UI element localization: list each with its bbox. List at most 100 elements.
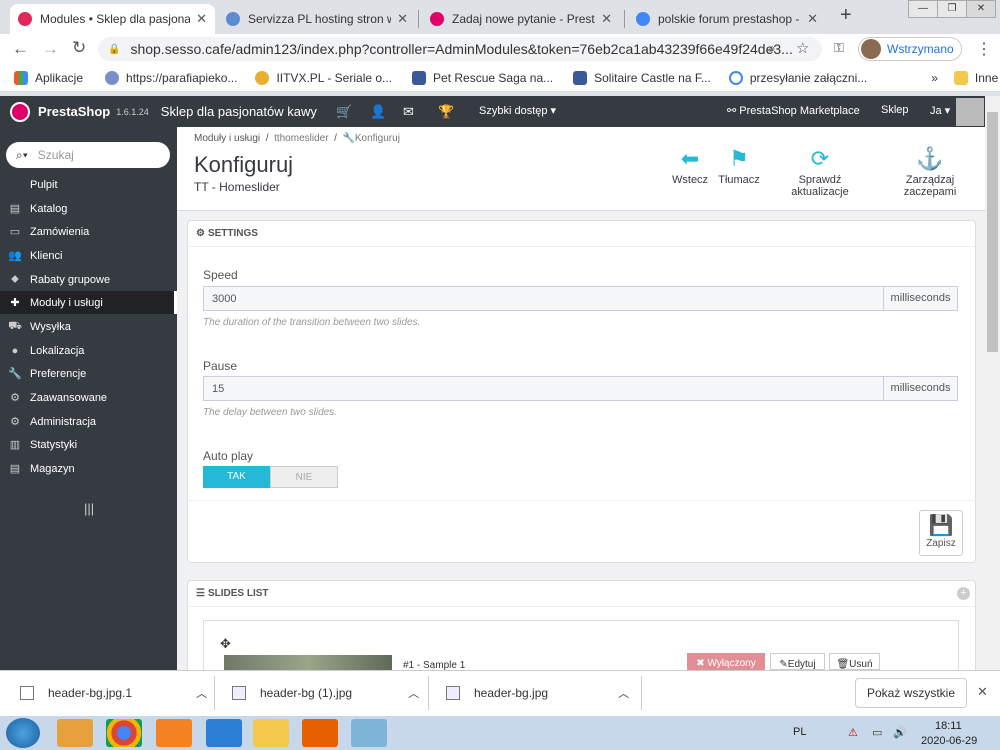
collapse-menu-icon[interactable]: ||| (84, 501, 94, 516)
sidebar-item-rabaty[interactable]: ⬥ Rabaty grupowe (0, 268, 177, 291)
network-warning-icon[interactable]: ⚠ (848, 726, 858, 739)
scrollbar-thumb[interactable] (987, 112, 998, 352)
bookmark-solitaire[interactable]: Solitaire Castle na F... (573, 70, 711, 85)
chevron-up-icon[interactable]: ︿ (196, 685, 207, 701)
cart-icon[interactable]: 🛒 (336, 104, 352, 120)
bookmark-apps[interactable]: Aplikacje (14, 70, 83, 85)
browser-tab-servizza[interactable]: Servizza PL hosting stron ww ✕ (218, 4, 416, 34)
mail-icon[interactable]: ✉ (403, 104, 414, 120)
save-button[interactable]: 💾 Zapisz (919, 510, 963, 556)
notepad-icon[interactable] (351, 719, 387, 747)
volume-icon[interactable]: 🔊 (893, 726, 907, 739)
sidebar-item-katalog[interactable]: ▤ Katalog (0, 197, 177, 220)
close-tab-icon[interactable]: ✕ (807, 11, 818, 27)
bookmark-przesylanie[interactable]: przesyłanie załączni... (728, 70, 867, 85)
search-icon[interactable]: ⌕▾ (16, 148, 28, 163)
close-downloads-icon[interactable]: ✕ (977, 684, 988, 700)
check-updates-button[interactable]: ⟳ Sprawdź aktualizacje (770, 146, 870, 198)
trophy-icon[interactable]: 🏆 (438, 104, 454, 120)
close-tab-icon[interactable]: ✕ (196, 11, 207, 27)
menu-dots-icon[interactable]: ⋮ (976, 39, 992, 59)
breadcrumb-moduly[interactable]: Moduły i usługi (194, 133, 260, 144)
bookmark-pet-rescue[interactable]: Pet Rescue Saga na... (412, 70, 553, 85)
sidebar-item-administracja[interactable]: ⚙ Administracja (0, 410, 177, 433)
download-item-3[interactable]: header-bg.jpg ︿ (446, 685, 629, 701)
browser-tab-forum[interactable]: polskie forum prestashop - S ✕ (628, 4, 826, 34)
download-item-2[interactable]: header-bg (1).jpg ︿ (232, 685, 419, 701)
reload-icon[interactable]: ↻ (72, 38, 86, 58)
autoplay-label: Auto play (203, 449, 254, 463)
user-avatar[interactable] (956, 98, 984, 126)
forward-icon[interactable]: → (42, 39, 59, 59)
back-icon[interactable]: ← (12, 39, 29, 59)
restore-icon[interactable]: ❐ (937, 0, 967, 18)
add-slide-icon[interactable]: + (957, 587, 970, 600)
slide-edit-button[interactable]: ✎Edytuj (770, 653, 825, 670)
language-indicator[interactable]: PL (793, 726, 806, 738)
key-icon[interactable]: ⚿ (834, 40, 844, 56)
sidebar-item-pulpit[interactable]: Pulpit (0, 173, 177, 196)
quick-access-menu[interactable]: Szybki dostęp ▾ (479, 104, 556, 117)
browser-tab-modules[interactable]: Modules • Sklep dla pasjonat ✕ (10, 4, 215, 34)
translate-button[interactable]: ⚑ Tłumacz (716, 146, 762, 186)
browser-tab-zadaj[interactable]: Zadaj nowe pytanie - PrestaS ✕ (422, 4, 620, 34)
file-explorer-icon[interactable] (253, 719, 289, 747)
new-tab-icon[interactable]: + (840, 4, 852, 27)
url-field[interactable]: 🔒 shop.sesso.cafe/admin123/index.php?con… (98, 37, 822, 61)
chevron-up-icon[interactable]: ︿ (408, 685, 419, 701)
user-menu[interactable]: Ja ▾ (930, 104, 950, 117)
chrome-icon[interactable] (106, 719, 142, 747)
sidebar-item-statystyki[interactable]: ▥ Statystyki (0, 433, 177, 456)
sidebar-item-lokalizacja[interactable]: ● Lokalizacja (0, 339, 177, 362)
clock-date[interactable]: 2020-06-29 (921, 735, 977, 747)
display-icon[interactable]: ▭ (872, 726, 882, 739)
start-button[interactable] (6, 718, 40, 748)
xampp-icon[interactable] (156, 719, 192, 747)
avatar (861, 39, 881, 59)
manage-hooks-button[interactable]: ⚓ Zarządzaj zaczepami (880, 146, 980, 198)
internet-explorer-icon[interactable] (206, 719, 242, 747)
firefox-icon[interactable] (302, 719, 338, 747)
close-tab-icon[interactable]: ✕ (601, 11, 612, 27)
sidebar-item-preferencje[interactable]: 🔧 Preferencje (0, 362, 177, 385)
back-button[interactable]: ⬅ Wstecz (672, 146, 708, 186)
show-all-downloads-button[interactable]: Pokaż wszystkie (855, 678, 967, 708)
bookmark-iitvx[interactable]: IITVX.PL - Seriale o... (255, 70, 392, 85)
wrench-icon: 🔧 (8, 368, 22, 380)
floppy-disk-icon: 💾 (928, 515, 954, 537)
drag-move-icon[interactable]: ✥ (220, 636, 231, 652)
slide-delete-button[interactable]: 🗑Usuń (829, 653, 880, 670)
minimize-icon[interactable]: — (908, 0, 938, 18)
profile-button[interactable]: Wstrzymano (858, 37, 962, 61)
chevron-up-icon[interactable]: ︿ (618, 685, 629, 701)
zoom-icon[interactable]: ⌕ (768, 40, 776, 57)
shop-name[interactable]: Sklep dla pasjonatów kawy (161, 104, 317, 119)
shop-link[interactable]: Sklep (881, 104, 909, 116)
search-input[interactable]: Szukaj (38, 148, 74, 162)
sidebar-item-zaawansowane[interactable]: ⚙ Zaawansowane (0, 386, 177, 409)
bookmark-other[interactable]: Inne zakładki (953, 70, 1000, 85)
sidebar-item-wysylka[interactable]: ⛟ Wysyłka (0, 315, 177, 338)
clock-time[interactable]: 18:11 (935, 720, 962, 732)
autoplay-no-toggle[interactable]: NIE (270, 466, 338, 488)
slide-disabled-button[interactable]: ✖ Wyłączony (687, 653, 765, 670)
sidebar-item-zamowienia[interactable]: ▭ Zamówienia (0, 220, 177, 243)
bookmark-parafia[interactable]: https://parafiapieko... (105, 70, 237, 85)
user-icon[interactable]: 👤 (370, 104, 386, 120)
sidebar-item-klienci[interactable]: 👥 Klienci (0, 244, 177, 267)
marketplace-link[interactable]: ⚯ PrestaShop Marketplace (727, 104, 860, 117)
cogs-icon: ⚙ (10, 392, 20, 404)
search-box[interactable]: ⌕▾ Szukaj (6, 142, 170, 168)
sidebar-item-moduly[interactable]: ✚ Moduły i usługi (0, 291, 177, 314)
bookmark-star-icon[interactable]: ☆ (796, 39, 809, 57)
download-item-1[interactable]: header-bg.jpg.1 ︿ (20, 685, 207, 701)
sidebar-item-magazyn[interactable]: ▤ Magazyn (0, 457, 177, 480)
media-player-icon[interactable] (57, 719, 93, 747)
speed-input[interactable]: 3000 (203, 286, 884, 311)
bookmarks-overflow[interactable]: » (931, 71, 938, 85)
close-window-icon[interactable]: ✕ (966, 0, 996, 18)
pause-input[interactable]: 15 (203, 376, 884, 401)
breadcrumb-module[interactable]: tthomeslider (274, 133, 328, 144)
autoplay-yes-toggle[interactable]: TAK (203, 466, 270, 488)
close-tab-icon[interactable]: ✕ (397, 11, 408, 27)
